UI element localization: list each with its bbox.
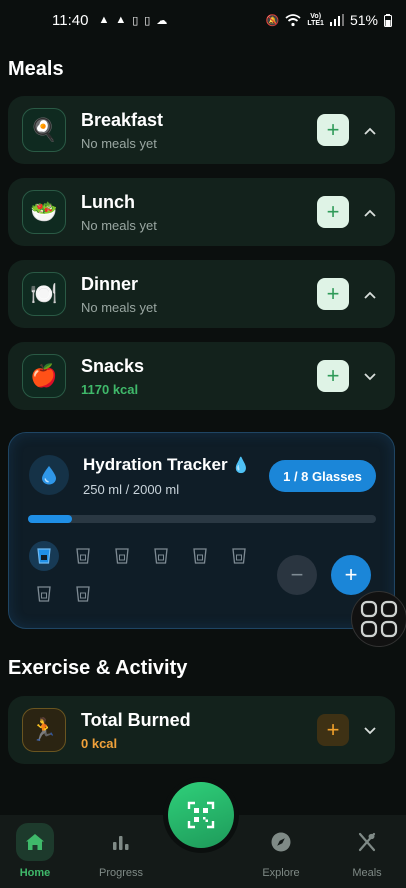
status-bar: 11:40 ▲ ▲ ▯ ▯ ☁ 🔕 Vo) LTE1 51% [0, 0, 406, 40]
chevron-down-icon[interactable] [359, 722, 381, 738]
meal-status: No meals yet [81, 135, 157, 151]
meal-name: Snacks [81, 355, 145, 376]
nav-explore-label: Explore [262, 867, 300, 879]
hydration-progress-fill [28, 515, 72, 523]
add-glass-button[interactable]: + [331, 555, 371, 595]
nav-home[interactable]: Home [0, 815, 70, 888]
total-burned-card[interactable]: 🏃 Total Burned 0 kcal + [8, 696, 395, 764]
glass-icon[interactable] [29, 579, 59, 609]
status-left: 11:40 ▲ ▲ ▯ ▯ ☁ [52, 12, 167, 29]
droplet-icon: 💧 [231, 457, 251, 474]
hydration-amount: 250 ml / 2000 ml [83, 482, 180, 497]
battery-icon [384, 13, 392, 27]
glass-icon[interactable] [224, 541, 254, 571]
dinner-icon: 🍽️ [22, 272, 66, 316]
chevron-down-icon[interactable] [359, 368, 381, 384]
hydration-title: Hydration Tracker 💧 [83, 455, 251, 474]
burned-calories: 0 kcal [81, 735, 118, 751]
nav-meals[interactable]: Meals [332, 815, 402, 888]
hydration-progress-bar [28, 515, 376, 523]
exercise-section-title: Exercise & Activity [8, 657, 188, 679]
nav-progress-label: Progress [98, 867, 144, 879]
running-icon: 🏃 [22, 708, 66, 752]
nav-explore[interactable]: Explore [246, 815, 316, 888]
meal-status: No meals yet [81, 299, 157, 315]
wifi-icon [285, 13, 301, 26]
snacks-icon: 🍎 [22, 354, 66, 398]
glass-icon[interactable] [185, 541, 215, 571]
glass-icon[interactable] [107, 541, 137, 571]
status-time: 11:40 [52, 11, 89, 29]
utensils-icon [348, 823, 386, 861]
chevron-up-icon[interactable] [359, 286, 381, 302]
warning-icon: ▲ [98, 14, 110, 26]
chevron-up-icon[interactable] [359, 204, 381, 220]
home-icon [16, 823, 54, 861]
phone-icon: ▯ [144, 14, 151, 27]
nav-meals-label: Meals [352, 867, 382, 879]
water-drop-icon [29, 455, 69, 495]
chevron-up-icon[interactable] [359, 122, 381, 138]
volte-icon: Vo) LTE1 [307, 13, 324, 27]
cloud-icon: ☁ [156, 14, 168, 27]
scan-button[interactable] [168, 782, 234, 848]
remove-glass-button[interactable]: − [277, 555, 317, 595]
mute-icon: 🔕 [265, 14, 280, 27]
total-burned-title: Total Burned [81, 709, 191, 730]
meal-name: Lunch [81, 191, 135, 212]
glasses-count-badge: 1 / 8 Glasses [269, 460, 376, 492]
bar-chart-icon [102, 823, 140, 861]
floating-grid-button[interactable] [351, 591, 406, 647]
add-dinner-button[interactable]: + [317, 278, 349, 310]
meal-calories: 1170 kcal [81, 381, 139, 397]
meal-name: Breakfast [81, 109, 164, 130]
nav-progress[interactable]: Progress [86, 815, 156, 888]
meal-card-lunch[interactable]: 🥗 Lunch No meals yet + [8, 178, 395, 246]
glass-icon[interactable] [68, 541, 98, 571]
nav-home-label: Home [19, 867, 51, 879]
phone-icon: ▯ [132, 14, 139, 27]
meal-card-snacks[interactable]: 🍎 Snacks 1170 kcal + [8, 342, 395, 410]
breakfast-icon: 🍳 [22, 108, 66, 152]
add-exercise-button[interactable]: + [317, 714, 349, 746]
add-snacks-button[interactable]: + [317, 360, 349, 392]
lunch-icon: 🥗 [22, 190, 66, 234]
add-breakfast-button[interactable]: + [317, 114, 349, 146]
signal-icon [329, 14, 344, 26]
status-right: 🔕 Vo) LTE1 51% [266, 12, 392, 28]
qr-scan-icon [187, 801, 215, 829]
meal-card-breakfast[interactable]: 🍳 Breakfast No meals yet + [8, 96, 395, 164]
glass-icon[interactable] [29, 541, 59, 571]
meals-section-title: Meals [8, 58, 64, 80]
add-lunch-button[interactable]: + [317, 196, 349, 228]
meal-status: No meals yet [81, 217, 157, 233]
hydration-tracker-card: Hydration Tracker 💧 250 ml / 2000 ml 1 / … [8, 432, 395, 629]
warning-icon: ▲ [115, 14, 127, 26]
grid-icon [360, 600, 398, 638]
glass-icon[interactable] [68, 579, 98, 609]
meal-name: Dinner [81, 273, 139, 294]
battery-level: 51% [349, 12, 378, 28]
meal-card-dinner[interactable]: 🍽️ Dinner No meals yet + [8, 260, 395, 328]
glass-icon[interactable] [146, 541, 176, 571]
compass-icon [262, 823, 300, 861]
